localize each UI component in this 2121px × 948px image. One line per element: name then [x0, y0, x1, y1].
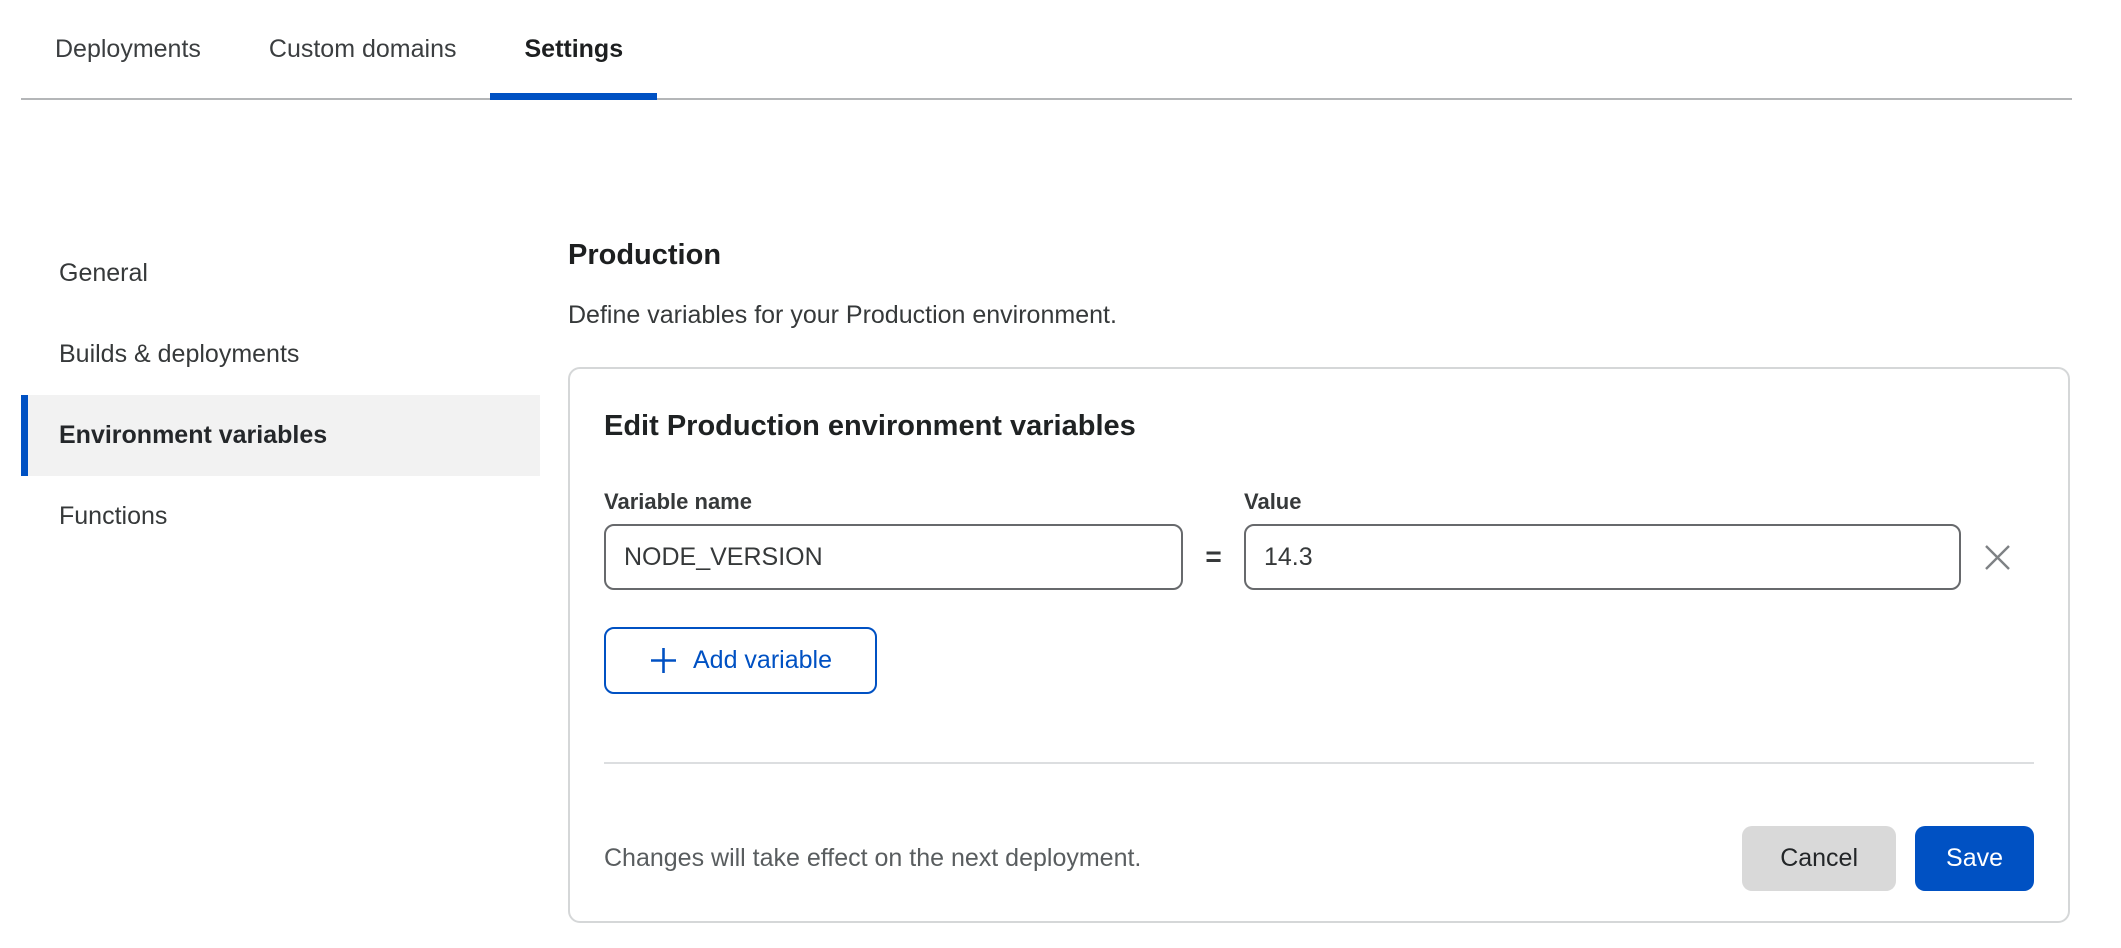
tab-deployments[interactable]: Deployments: [21, 0, 235, 98]
variable-row: Variable name = Value: [604, 488, 2034, 590]
sidebar-item-general[interactable]: General: [21, 233, 540, 314]
variable-value-label: Value: [1244, 488, 1961, 515]
sidebar-item-environment-variables[interactable]: Environment variables: [21, 395, 540, 476]
add-variable-button[interactable]: Add variable: [604, 627, 877, 694]
main-content: Production Define variables for your Pro…: [568, 0, 2070, 923]
card-footer: Changes will take effect on the next dep…: [604, 826, 2034, 891]
equals-sign: =: [1183, 524, 1244, 590]
cancel-button[interactable]: Cancel: [1742, 826, 1896, 891]
variable-value-input[interactable]: [1244, 524, 1961, 590]
close-icon: [1982, 542, 2013, 573]
save-button[interactable]: Save: [1915, 826, 2034, 891]
tab-custom-domains[interactable]: Custom domains: [235, 0, 491, 98]
section-description: Define variables for your Production env…: [568, 300, 2070, 330]
card-title: Edit Production environment variables: [604, 409, 2034, 444]
variable-value-field-group: Value: [1244, 488, 1961, 590]
section-title: Production: [568, 238, 2070, 272]
sidebar-item-builds-deployments[interactable]: Builds & deployments: [21, 314, 540, 395]
variable-name-label: Variable name: [604, 488, 1183, 515]
settings-sidebar: General Builds & deployments Environment…: [21, 233, 540, 557]
card-divider: [604, 762, 2034, 764]
deployment-note: Changes will take effect on the next dep…: [604, 844, 1742, 873]
variable-name-input[interactable]: [604, 524, 1183, 590]
add-variable-label: Add variable: [693, 646, 832, 675]
plus-icon: [649, 646, 678, 675]
remove-variable-button[interactable]: [1961, 524, 2034, 590]
sidebar-item-functions[interactable]: Functions: [21, 476, 540, 557]
variable-name-field-group: Variable name: [604, 488, 1183, 590]
environment-variables-card: Edit Production environment variables Va…: [568, 367, 2070, 923]
